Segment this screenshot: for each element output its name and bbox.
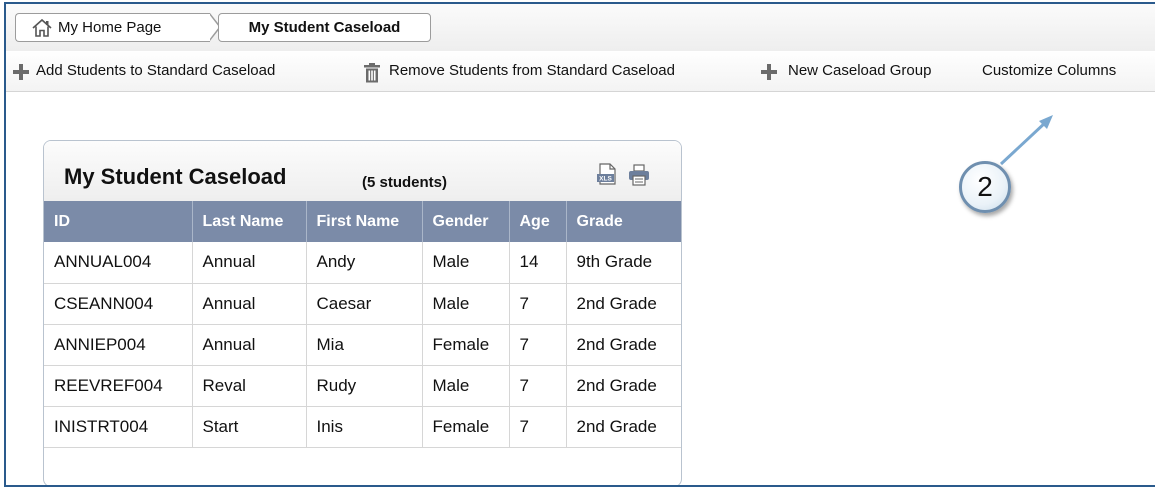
- cell-gender: Female: [422, 406, 510, 448]
- cell-first-name: Andy: [306, 242, 423, 284]
- cell-age: 7: [509, 406, 567, 448]
- caseload-panel: My Student Caseload (5 students) XLS ID: [43, 140, 682, 485]
- caseload-table: ID Last Name First Name Gender Age Grade…: [44, 201, 681, 448]
- col-header-age[interactable]: Age: [509, 201, 567, 242]
- cell-age: 14: [509, 242, 567, 284]
- cell-first-name: Inis: [306, 406, 423, 448]
- cell-grade: 2nd Grade: [566, 365, 681, 407]
- col-header-id[interactable]: ID: [44, 201, 193, 242]
- cell-age: 7: [509, 283, 567, 325]
- cell-first-name: Caesar: [306, 283, 423, 325]
- cell-gender: Male: [422, 242, 510, 284]
- cell-gender: Male: [422, 283, 510, 325]
- cell-id: REEVREF004: [44, 365, 193, 407]
- col-header-first-name[interactable]: First Name: [306, 201, 423, 242]
- cell-last-name: Annual: [192, 283, 307, 325]
- table-header-row: ID Last Name First Name Gender Age Grade: [44, 201, 681, 242]
- cell-id: INISTRT004: [44, 406, 193, 448]
- cell-last-name: Annual: [192, 242, 307, 284]
- col-header-grade[interactable]: Grade: [566, 201, 681, 242]
- cell-gender: Female: [422, 324, 510, 366]
- print-icon[interactable]: [628, 164, 650, 186]
- cell-last-name: Annual: [192, 324, 307, 366]
- app-frame: My Home Page My Student Caseload Add Stu…: [4, 2, 1155, 487]
- table-row[interactable]: ANNUAL004 Annual Andy Male 14 9th Grade: [44, 242, 681, 284]
- cell-id: ANNUAL004: [44, 242, 193, 284]
- table-row[interactable]: INISTRT004 Start Inis Female 7 2nd Grade: [44, 406, 681, 448]
- cell-grade: 2nd Grade: [566, 283, 681, 325]
- cell-age: 7: [509, 365, 567, 407]
- cell-last-name: Reval: [192, 365, 307, 407]
- col-header-last-name[interactable]: Last Name: [192, 201, 307, 242]
- callout-number: 2: [977, 171, 993, 202]
- cell-grade: 2nd Grade: [566, 406, 681, 448]
- col-header-gender[interactable]: Gender: [422, 201, 510, 242]
- table-row[interactable]: ANNIEP004 Annual Mia Female 7 2nd Grade: [44, 324, 681, 366]
- panel-header: My Student Caseload (5 students) XLS: [44, 141, 681, 201]
- student-count: (5 students): [362, 174, 448, 191]
- step-callout-badge: 2: [959, 161, 1011, 213]
- table-row[interactable]: REEVREF004 Reval Rudy Male 7 2nd Grade: [44, 365, 681, 407]
- xls-export-icon[interactable]: XLS: [596, 163, 618, 185]
- cell-first-name: Rudy: [306, 365, 423, 407]
- cell-id: CSEANN004: [44, 283, 193, 325]
- cell-grade: 9th Grade: [566, 242, 681, 284]
- cell-last-name: Start: [192, 406, 307, 448]
- panel-title: My Student Caseload: [64, 164, 287, 189]
- cell-first-name: Mia: [306, 324, 423, 366]
- cell-gender: Male: [422, 365, 510, 407]
- svg-text:XLS: XLS: [599, 176, 612, 183]
- cell-id: ANNIEP004: [44, 324, 193, 366]
- table-row[interactable]: CSEANN004 Annual Caesar Male 7 2nd Grade: [44, 283, 681, 325]
- cell-grade: 2nd Grade: [566, 324, 681, 366]
- cell-age: 7: [509, 324, 567, 366]
